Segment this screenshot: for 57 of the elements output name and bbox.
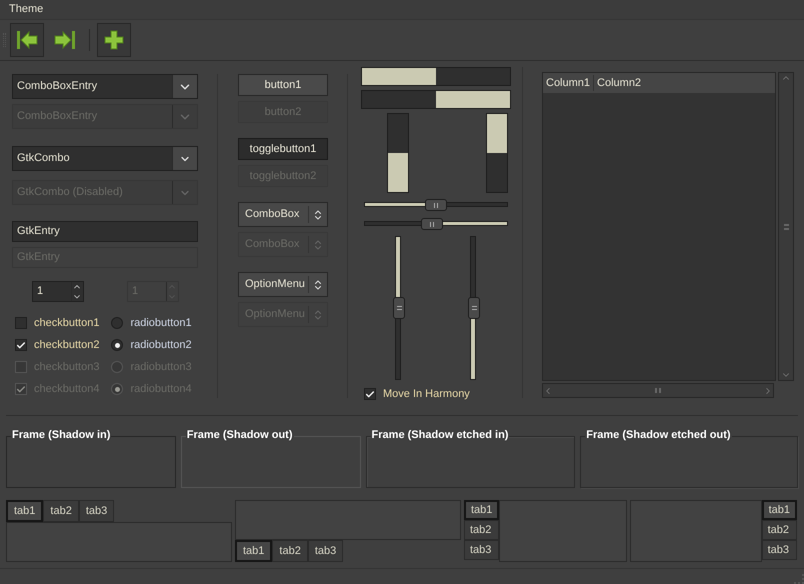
radio-button[interactable] bbox=[111, 317, 124, 329]
checkbox-label: Move In Harmony bbox=[383, 387, 470, 402]
tab[interactable]: tab2 bbox=[762, 520, 797, 540]
checkbox[interactable] bbox=[15, 317, 27, 329]
spin-value: 1 bbox=[36, 284, 44, 300]
frame-title: Frame (Shadow etched in) bbox=[370, 429, 510, 442]
toolbar-button[interactable] bbox=[97, 23, 131, 57]
spin-button[interactable]: 1 bbox=[32, 281, 84, 302]
arrow-to-end-icon bbox=[54, 30, 76, 50]
push-button[interactable]: togglebutton1 bbox=[238, 138, 328, 160]
frame-title: Frame (Shadow out) bbox=[186, 429, 294, 442]
up-down-icon bbox=[312, 278, 324, 290]
tab[interactable]: tab1 bbox=[464, 500, 500, 520]
dropdown-button[interactable]: ComboBox bbox=[238, 202, 328, 227]
tab[interactable]: tab1 bbox=[6, 500, 44, 522]
dropdown-button[interactable]: OptionMenu bbox=[238, 272, 328, 297]
tab[interactable]: tab3 bbox=[464, 540, 500, 560]
check-icon bbox=[365, 388, 375, 400]
toolbar-button[interactable] bbox=[10, 23, 44, 57]
text-field[interactable]: GtkEntry bbox=[12, 221, 198, 242]
tab[interactable]: tab1 bbox=[235, 540, 272, 562]
menu-item[interactable]: Theme bbox=[0, 1, 52, 18]
combo-text: ComboBoxEntry bbox=[16, 79, 98, 94]
check-icon bbox=[16, 340, 26, 350]
radio-button[interactable] bbox=[111, 339, 124, 351]
up-down-icon bbox=[312, 308, 324, 320]
slider-thumb[interactable] bbox=[468, 297, 480, 319]
check-icon bbox=[16, 384, 26, 394]
tab[interactable]: tab2 bbox=[272, 540, 308, 562]
checkbox-label: checkbutton2 bbox=[34, 338, 100, 353]
tab[interactable]: tab1 bbox=[762, 500, 797, 520]
radio-label: radiobutton1 bbox=[130, 316, 192, 331]
tree-view[interactable]: Column1 Column2 bbox=[542, 72, 776, 381]
checkbox[interactable] bbox=[364, 388, 376, 400]
up-down-icon bbox=[312, 208, 324, 220]
push-button[interactable]: button1 bbox=[238, 74, 328, 96]
column-header[interactable]: Column1 bbox=[543, 74, 594, 92]
tab[interactable]: tab2 bbox=[43, 500, 79, 522]
checkbox-label: checkbutton1 bbox=[34, 316, 100, 331]
slider-thumb[interactable] bbox=[420, 218, 443, 230]
tab[interactable]: tab2 bbox=[464, 520, 500, 540]
combo-text: GtkCombo bbox=[16, 151, 71, 166]
radio-label: radiobutton2 bbox=[130, 338, 192, 353]
checkbox[interactable] bbox=[15, 339, 27, 351]
tab[interactable]: tab3 bbox=[78, 500, 114, 522]
up-down-icon bbox=[312, 238, 324, 250]
combo-box[interactable]: GtkCombo bbox=[12, 146, 198, 171]
combo-box[interactable]: ComboBoxEntry bbox=[12, 74, 198, 99]
column-header[interactable]: Column2 bbox=[593, 74, 644, 92]
slider-thumb[interactable] bbox=[393, 297, 405, 319]
tab[interactable]: tab3 bbox=[762, 540, 797, 560]
frame-title: Frame (Shadow in) bbox=[11, 429, 112, 442]
slider-thumb[interactable] bbox=[425, 199, 447, 211]
tab[interactable]: tab3 bbox=[308, 540, 344, 562]
frame-title: Frame (Shadow etched out) bbox=[585, 429, 732, 442]
arrow-to-start-icon bbox=[16, 30, 38, 50]
plus-icon bbox=[104, 30, 124, 50]
